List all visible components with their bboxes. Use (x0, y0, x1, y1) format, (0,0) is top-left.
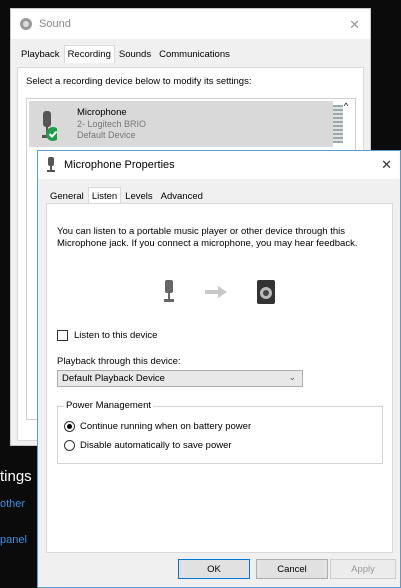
tab-recording[interactable]: Recording (63, 45, 115, 63)
apply-button[interactable]: Apply (330, 559, 396, 579)
background-link-panel[interactable]: panel (0, 534, 27, 546)
speaker-icon (20, 18, 32, 30)
listen-checkbox[interactable] (57, 330, 68, 341)
listen-checkbox-label: Listen to this device (74, 330, 158, 341)
tab-playback[interactable]: Playback (17, 45, 64, 63)
properties-title: Microphone Properties (64, 159, 175, 171)
device-detail: 2- Logitech BRIO (77, 119, 147, 129)
listen-flow-graphic (163, 280, 275, 304)
microphone-icon (164, 280, 174, 302)
power-option-disable[interactable]: Disable automatically to save power (64, 440, 232, 451)
playback-device-value: Default Playback Device (62, 373, 165, 384)
scroll-up-icon[interactable]: ^ (339, 101, 353, 115)
radio-disable[interactable] (64, 440, 75, 451)
cancel-button[interactable]: Cancel (256, 559, 328, 579)
listen-description: You can listen to a portable music playe… (57, 226, 358, 249)
sound-tabs: Playback Recording Sounds Communications (17, 45, 234, 63)
close-icon[interactable]: ✕ (381, 157, 392, 173)
power-management-group: Power Management Continue running when o… (57, 400, 383, 464)
radio-continue-label: Continue running when on battery power (80, 421, 252, 432)
background-heading: tings (0, 468, 32, 485)
list-item[interactable]: Microphone 2- Logitech BRIO Default Devi… (29, 101, 343, 147)
recording-instruction: Select a recording device below to modif… (26, 76, 252, 87)
device-name: Microphone (77, 107, 127, 118)
listen-checkbox-row[interactable]: Listen to this device (57, 330, 157, 341)
radio-continue[interactable] (64, 421, 75, 432)
playback-device-select[interactable]: Default Playback Device ⌄ (57, 370, 303, 387)
power-option-continue[interactable]: Continue running when on battery power (64, 421, 251, 432)
close-icon[interactable]: ✕ (349, 17, 360, 33)
microphone-icon (42, 111, 57, 141)
arrow-right-icon (205, 286, 227, 298)
properties-titlebar[interactable]: Microphone Properties (38, 151, 400, 179)
playback-label: Playback through this device: (57, 356, 181, 367)
listen-panel: You can listen to a portable music playe… (46, 203, 393, 553)
power-management-legend: Power Management (64, 400, 154, 411)
background-link-other[interactable]: other (0, 498, 25, 510)
sound-title: Sound (39, 18, 71, 30)
tab-communications[interactable]: Communications (155, 45, 234, 63)
microphone-icon (47, 157, 55, 172)
speaker-icon (257, 280, 275, 304)
device-status: Default Device (77, 130, 136, 140)
sound-titlebar[interactable]: Sound (11, 9, 370, 39)
radio-disable-label: Disable automatically to save power (80, 440, 232, 451)
ok-button[interactable]: OK (178, 559, 250, 579)
microphone-properties-dialog: Microphone Properties ✕ General Listen L… (37, 150, 401, 588)
chevron-down-icon: ⌄ (288, 372, 296, 382)
tab-sounds[interactable]: Sounds (115, 45, 155, 63)
